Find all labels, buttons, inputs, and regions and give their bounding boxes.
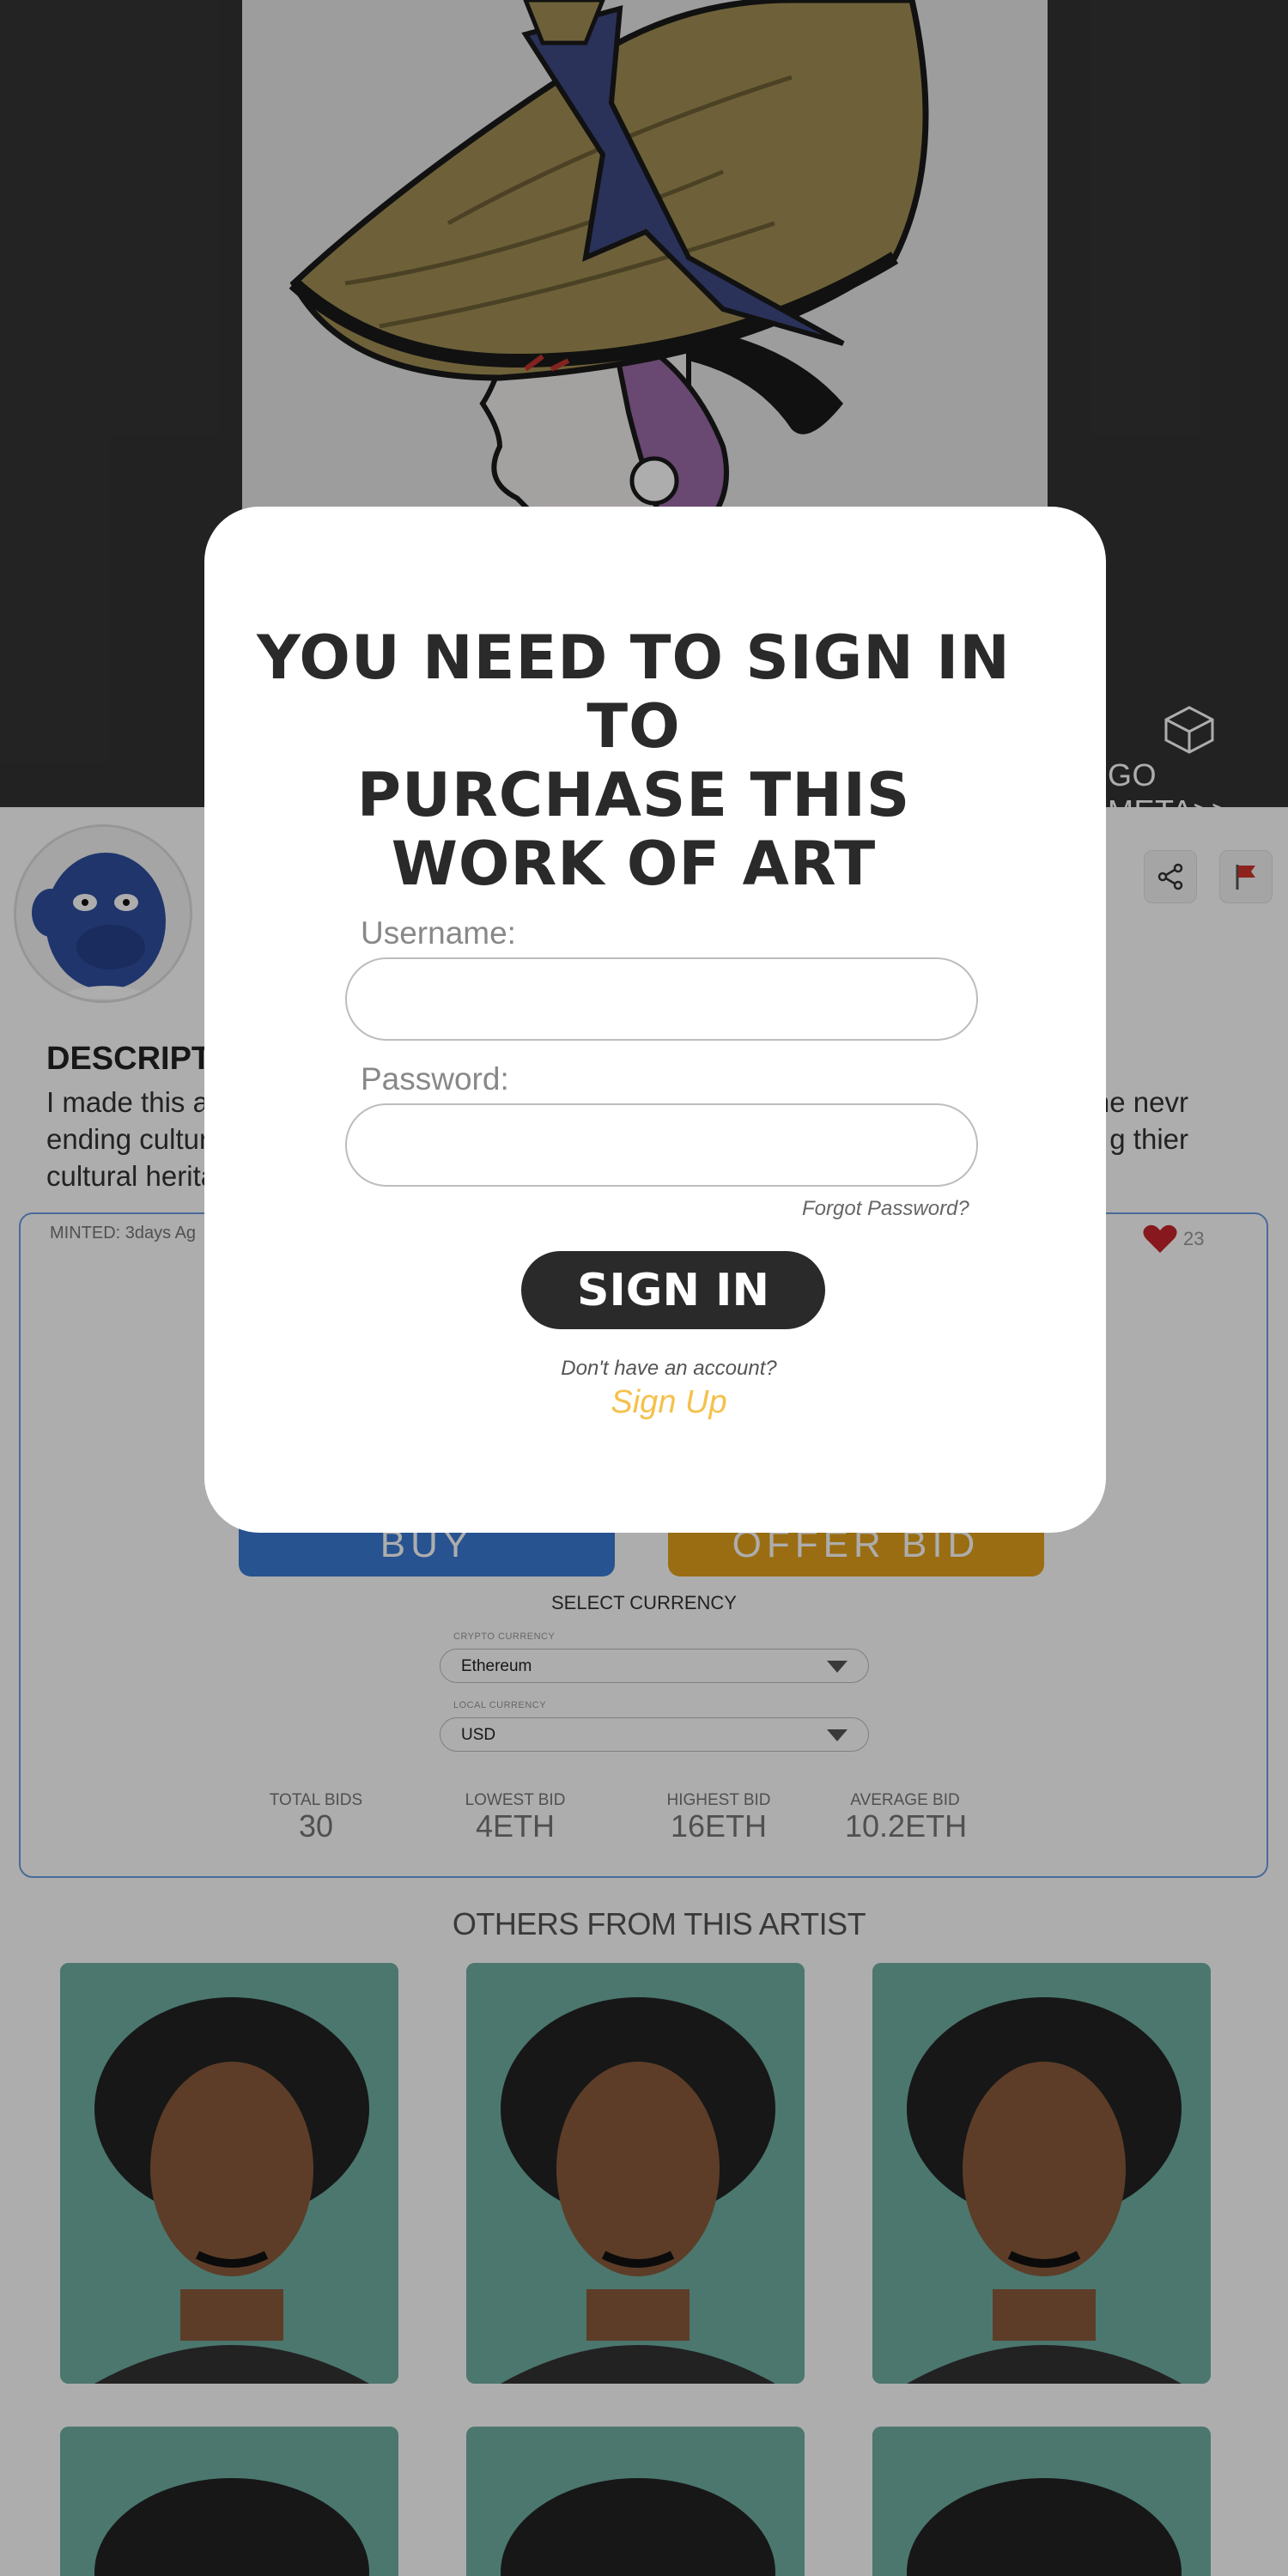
modal-title: YOU NEED TO SIGN IN TO PURCHASE THIS WOR… <box>204 623 1063 898</box>
modal-title-line: PURCHASE THIS <box>356 760 911 830</box>
username-label: Username: <box>361 915 516 951</box>
sign-up-link[interactable]: Sign Up <box>204 1384 1133 1421</box>
password-label: Password: <box>361 1061 509 1097</box>
username-field[interactable] <box>345 957 978 1041</box>
forgot-password-link[interactable]: Forgot Password? <box>802 1197 969 1221</box>
password-field[interactable] <box>345 1103 978 1187</box>
sign-in-modal: YOU NEED TO SIGN IN TO PURCHASE THIS WOR… <box>204 507 1106 1533</box>
modal-title-line: YOU NEED TO SIGN IN TO <box>257 623 1011 762</box>
modal-title-line: WORK OF ART <box>391 829 877 899</box>
sign-in-button[interactable]: SIGN IN <box>521 1251 825 1329</box>
no-account-text: Don't have an account? <box>561 1357 777 1380</box>
